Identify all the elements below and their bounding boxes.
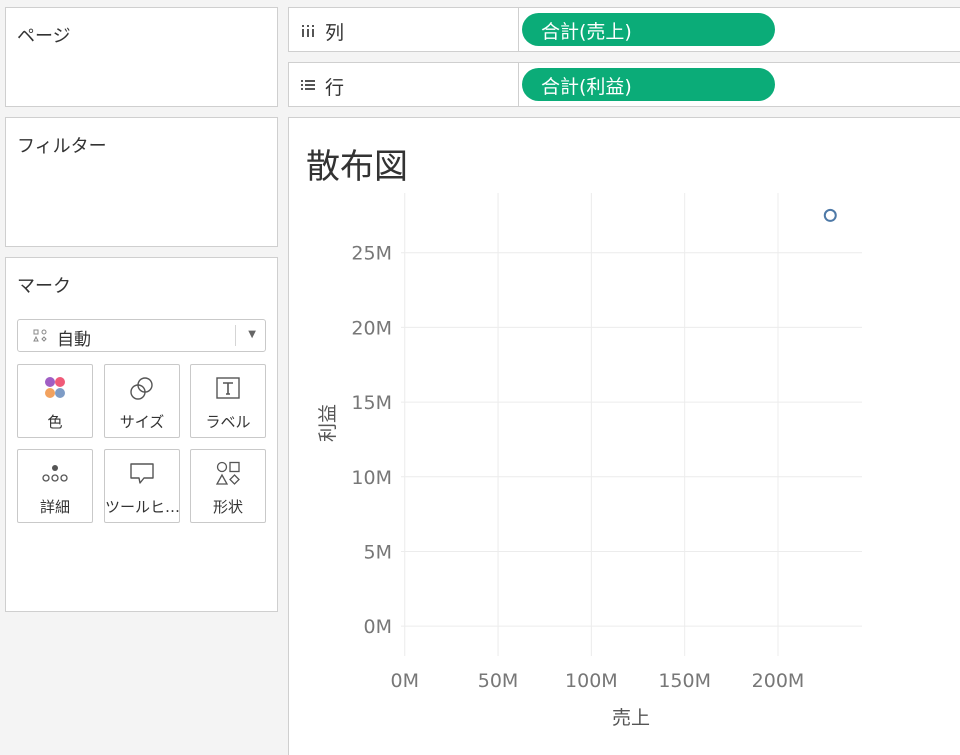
detail-icon xyxy=(42,465,68,482)
y-tick-label: 20M xyxy=(351,317,392,339)
columns-shelf[interactable]: 列 合計(売上) xyxy=(288,7,960,52)
columns-icon xyxy=(302,25,314,37)
y-axis-title[interactable]: 利益 xyxy=(317,404,339,442)
color-button-label: 色 xyxy=(47,413,63,431)
marks-card-title: マーク xyxy=(17,276,71,297)
label-button[interactable]: ラベル xyxy=(190,364,266,438)
shape-button-label: 形状 xyxy=(212,498,243,516)
shelf-divider xyxy=(518,63,519,107)
y-tick-label: 10M xyxy=(351,467,392,489)
auto-mark-icon xyxy=(33,329,47,342)
size-icon xyxy=(130,377,153,400)
pages-card[interactable]: ページ xyxy=(5,7,278,107)
label-icon xyxy=(216,377,240,399)
filters-card[interactable]: フィルター xyxy=(5,117,278,247)
columns-shelf-label: 列 xyxy=(325,22,345,44)
y-tick-label: 15M xyxy=(351,392,392,414)
shape-icon xyxy=(215,461,240,485)
mark-type-dropdown[interactable]: 自動 ▼ xyxy=(17,319,266,352)
x-axis-title[interactable]: 売上 xyxy=(612,707,650,729)
filters-card-title: フィルター xyxy=(17,136,107,157)
tooltip-icon xyxy=(130,463,154,484)
rows-shelf-label: 行 xyxy=(325,77,345,99)
x-tick-label: 50M xyxy=(478,670,519,692)
mark-type-value: 自動 xyxy=(57,330,91,350)
x-tick-label: 150M xyxy=(658,670,711,692)
shelf-divider xyxy=(518,8,519,52)
x-tick-label: 0M xyxy=(390,670,418,692)
label-button-label: ラベル xyxy=(205,413,251,431)
x-tick-label: 100M xyxy=(565,670,618,692)
tooltip-button-label: ツールヒ… xyxy=(105,498,179,516)
detail-button[interactable]: 詳細 xyxy=(17,449,93,523)
tooltip-button[interactable]: ツールヒ… xyxy=(104,449,180,523)
color-button[interactable]: 色 xyxy=(17,364,93,438)
marks-card: マーク 自動 ▼ 色 サイズ ラベル 詳細 ツールヒ… 形状 xyxy=(5,257,278,612)
color-icon xyxy=(45,377,65,398)
y-tick-label: 5M xyxy=(364,541,392,563)
shape-button[interactable]: 形状 xyxy=(190,449,266,523)
sales-sum-pill[interactable]: 合計(売上) xyxy=(522,13,775,46)
scatter-chart[interactable]: 0M 50M 100M 150M 200M 0M 5M 10M 15M 20M 25M 売上 利益 xyxy=(289,118,960,755)
rows-icon xyxy=(301,80,315,90)
y-tick-label: 25M xyxy=(351,243,392,265)
size-button-label: サイズ xyxy=(119,413,165,431)
profit-sum-pill[interactable]: 合計(利益) xyxy=(522,68,775,101)
scatter-point[interactable] xyxy=(823,208,837,222)
y-tick-label: 0M xyxy=(364,616,392,638)
chevron-down-icon[interactable]: ▼ xyxy=(248,329,256,340)
x-tick-label: 200M xyxy=(752,670,805,692)
rows-shelf[interactable]: 行 合計(利益) xyxy=(288,62,960,107)
view-area: 散布図 0M 50M 100M 150M 200M 0M 5M 10M 15M 20M 25M 売上… xyxy=(288,117,960,755)
detail-button-label: 詳細 xyxy=(39,498,70,516)
size-button[interactable]: サイズ xyxy=(104,364,180,438)
pages-card-title: ページ xyxy=(17,26,71,47)
dropdown-divider xyxy=(235,325,236,346)
